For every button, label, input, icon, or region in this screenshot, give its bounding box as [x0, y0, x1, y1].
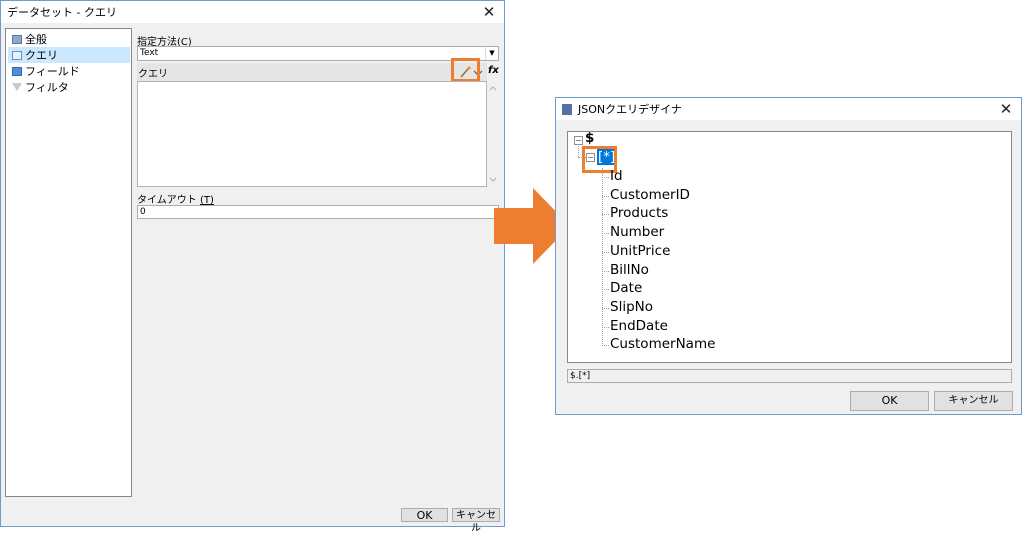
tree-node-field[interactable]: CustomerName — [610, 336, 715, 352]
tree-node-root[interactable]: $ — [585, 130, 594, 146]
json-designer-titlebar: JSONクエリデザイナ ✕ — [556, 98, 1021, 120]
dataset-dialog-titlebar: データセット - クエリ ✕ — [1, 1, 504, 23]
method-select-value: Text — [140, 48, 159, 58]
json-designer-app-icon — [562, 103, 572, 115]
query-textarea[interactable] — [137, 81, 487, 187]
settings-nav: 全般 クエリ フィールド フィルタ — [5, 28, 132, 497]
tree-connector — [602, 251, 609, 253]
tree-connector — [602, 214, 609, 216]
dataset-dialog-title: データセット - クエリ — [7, 6, 117, 19]
tree-node-field[interactable]: Products — [610, 205, 668, 221]
nav-item-label: フィルタ — [25, 81, 69, 94]
nav-item-label: クエリ — [25, 49, 58, 62]
ok-button[interactable]: OK — [850, 391, 929, 411]
tree-node-field[interactable]: SlipNo — [610, 299, 653, 315]
fields-icon — [12, 66, 22, 76]
timeout-value: 0 — [140, 207, 146, 217]
highlight-box — [451, 58, 480, 82]
general-icon — [12, 34, 22, 44]
tree-node-field[interactable]: EndDate — [610, 318, 668, 334]
tree-connector — [602, 345, 609, 347]
tree-connector — [602, 270, 609, 272]
cancel-button[interactable]: キャンセル — [452, 508, 500, 534]
tree-connector — [602, 326, 609, 328]
nav-item-label: フィールド — [25, 65, 80, 78]
function-icon[interactable]: fx — [488, 65, 499, 76]
scroll-down-icon[interactable] — [489, 177, 497, 183]
query-icon — [12, 50, 22, 60]
tree-node-field[interactable]: CustomerID — [610, 187, 690, 203]
tree-node-field[interactable]: Number — [610, 224, 664, 240]
tree-connector — [602, 168, 603, 344]
nav-item-fields[interactable]: フィールド — [8, 63, 130, 79]
method-select[interactable]: Text ▼ — [137, 46, 499, 61]
close-icon[interactable]: ✕ — [997, 100, 1015, 118]
tree-connector — [602, 289, 609, 291]
query-header: クエリ — [137, 63, 487, 81]
dataset-dialog: データセット - クエリ ✕ 全般 クエリ フィールド フィルタ 指定方法(C)… — [0, 0, 505, 534]
chevron-down-icon[interactable]: ▼ — [485, 47, 498, 60]
scroll-up-icon[interactable] — [489, 85, 497, 91]
json-designer-title: JSONクエリデザイナ — [578, 103, 682, 116]
timeout-label: タイムアウト (T) — [137, 191, 214, 206]
filter-icon — [12, 83, 22, 91]
query-scrollbar[interactable] — [487, 81, 499, 187]
tree-node-field[interactable]: Date — [610, 280, 642, 296]
tree-connector — [602, 195, 609, 197]
path-display: $.[*] — [567, 369, 1012, 383]
nav-item-query[interactable]: クエリ — [8, 47, 130, 63]
close-icon[interactable]: ✕ — [480, 3, 498, 21]
tree-connector — [602, 177, 609, 178]
query-label: クエリ — [138, 69, 168, 80]
path-value: $.[*] — [570, 371, 591, 381]
tree-node-field[interactable]: BillNo — [610, 262, 649, 278]
json-designer-dialog: JSONクエリデザイナ ✕ − $ − [*] Id CustomerID Prod… — [555, 97, 1022, 415]
tree-node-field[interactable]: Id — [610, 168, 623, 184]
tree-connector — [602, 233, 609, 235]
tree-connector — [602, 307, 609, 309]
tree-node-field[interactable]: UnitPrice — [610, 243, 670, 259]
ok-button[interactable]: OK — [401, 508, 448, 522]
tree-connector — [578, 146, 579, 157]
json-tree: − $ − [*] Id CustomerID Products Number Unit… — [567, 130, 1012, 363]
cancel-button[interactable]: キャンセル — [934, 391, 1013, 411]
timeout-input[interactable]: 0 — [137, 205, 499, 219]
nav-item-general[interactable]: 全般 — [8, 31, 130, 47]
nav-item-filter[interactable]: フィルタ — [8, 79, 130, 95]
nav-item-label: 全般 — [25, 33, 47, 46]
collapse-icon[interactable]: − — [574, 136, 583, 145]
